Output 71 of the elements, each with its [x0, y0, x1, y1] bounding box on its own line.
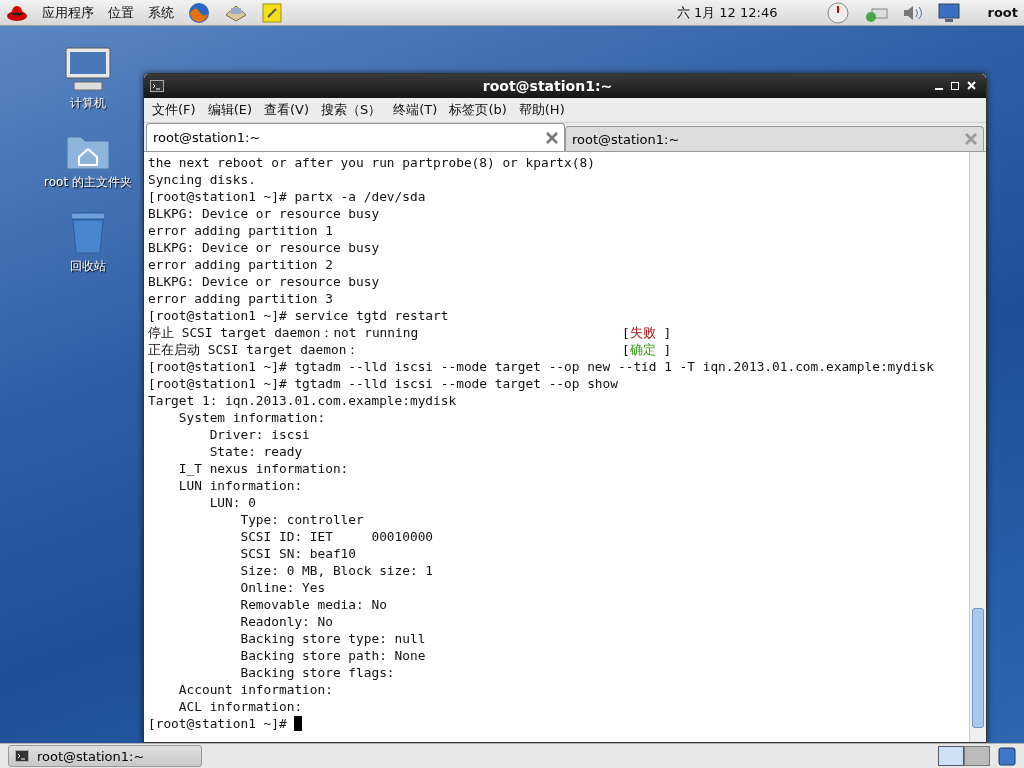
terminal-line: Removable media: No: [239, 596, 387, 613]
terminal-line: 停止 SCSI target daemon：not running: [148, 324, 419, 341]
computer-icon: [64, 46, 112, 92]
menu-item[interactable]: 查看(V): [264, 101, 310, 119]
terminal-line: ACL information:: [177, 698, 303, 715]
panel-menu[interactable]: 位置: [108, 3, 134, 22]
terminal-line: Size: 0 MB, Block size: 1: [239, 562, 434, 579]
tab[interactable]: root@station1:~: [146, 123, 565, 151]
gauge-icon[interactable]: [825, 1, 850, 24]
status-label: [失败 ]: [622, 324, 672, 341]
volume-icon[interactable]: [901, 3, 924, 22]
terminal-line: error adding partition 3: [148, 290, 333, 307]
menu-item[interactable]: 帮助(H): [518, 101, 565, 119]
terminal-line: Syncing disks.: [148, 171, 256, 188]
menu-item[interactable]: 终端(T): [393, 101, 438, 119]
notes-icon[interactable]: [262, 2, 282, 23]
panel-menu[interactable]: 系统: [148, 3, 174, 22]
trash-icon: [68, 211, 108, 255]
terminal-icon: [15, 750, 29, 762]
terminal-line: [root@station1 ~]#: [148, 715, 288, 732]
terminal-line: System information:: [177, 409, 326, 426]
terminal-line: Account information:: [177, 681, 333, 698]
terminal-line: [root@station1 ~]# partx -a /dev/sda: [148, 188, 426, 205]
scrollbar[interactable]: [969, 152, 986, 742]
terminal-line: Backing store path: None: [239, 647, 426, 664]
monitor-icon[interactable]: [937, 2, 960, 23]
close-icon: [967, 81, 976, 90]
terminal-line: Type: controller: [239, 511, 364, 528]
terminal-line: BLKPG: Device or resource busy: [148, 205, 380, 222]
menu-item[interactable]: 搜索（S）: [321, 101, 382, 119]
menu-item[interactable]: 编辑(E): [207, 101, 252, 119]
clock[interactable]: 六 1月 12 12:46: [676, 3, 778, 22]
browser-icon[interactable]: [188, 1, 210, 24]
status-label: [确定 ]: [622, 341, 672, 358]
terminal-line: SCSI ID: IET 00010000: [239, 528, 434, 545]
terminal-line: SCSI SN: beaf10: [239, 545, 357, 562]
terminal-line: [root@station1 ~]# tgtadm --lld iscsi --mode target --op new --tid 1 -T iqn.2013.01.com.example:mydisk: [148, 358, 934, 375]
terminal-line: error adding partition 1: [148, 222, 333, 239]
terminal-line: Target 1: iqn.2013.01.com.example:mydisk: [148, 392, 457, 409]
menu-item[interactable]: 标签页(b): [449, 101, 507, 119]
task-button[interactable]: root@station1:~: [8, 745, 202, 767]
hat-icon[interactable]: [6, 3, 28, 22]
terminal-line: Online: Yes: [239, 579, 326, 596]
terminal-line: the next reboot or after you run partprobe(8) or kpartx(8): [148, 154, 595, 171]
terminal-line: Backing store flags:: [239, 664, 395, 681]
terminal-line: BLKPG: Device or resource busy: [148, 273, 380, 290]
workspace-switcher-icon[interactable]: [938, 746, 990, 766]
terminal-line: Driver: iscsi: [208, 426, 310, 443]
terminal-line: LUN: 0: [208, 494, 256, 511]
terminal-line: LUN information:: [177, 477, 303, 494]
trash-icon[interactable]: [998, 746, 1016, 766]
terminal-line: I_T nexus information:: [177, 460, 349, 477]
terminal-line: [root@station1 ~]# service tgtd restart: [148, 307, 449, 324]
window-title: root@station1:~: [481, 78, 614, 94]
desktop-icon-label[interactable]: 计算机: [70, 95, 106, 112]
tab[interactable]: root@station1:~: [565, 126, 984, 151]
maximize-icon: [951, 82, 959, 90]
terminal-line: 正在启动 SCSI target daemon：: [148, 341, 360, 358]
terminal-line: [root@station1 ~]# tgtadm --lld iscsi --mode target --op show: [148, 375, 618, 392]
terminal-line: Readonly: No: [239, 613, 333, 630]
terminal-line: State: ready: [208, 443, 303, 460]
user-name[interactable]: root: [987, 5, 1018, 20]
desktop-icon-label[interactable]: 回收站: [70, 258, 106, 275]
menu-item[interactable]: 文件(F): [152, 101, 196, 119]
panel-menu[interactable]: 应用程序: [42, 3, 94, 22]
close-icon[interactable]: [546, 131, 558, 144]
terminal-line: Backing store type: null: [239, 630, 426, 647]
terminal-icon: [150, 80, 164, 92]
terminal-line: error adding partition 2: [148, 256, 333, 273]
desktop-icon-label[interactable]: root 的主文件夹: [44, 174, 132, 191]
terminal-line: BLKPG: Device or resource busy: [148, 239, 380, 256]
